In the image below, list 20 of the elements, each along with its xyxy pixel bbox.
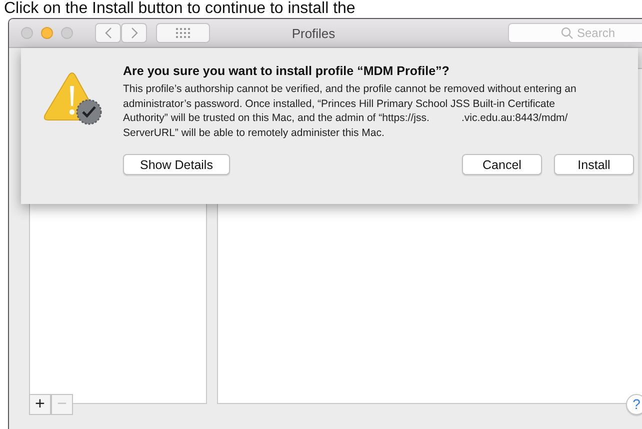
dialog-button[interactable]: Cancel xyxy=(462,154,542,176)
forward-button[interactable] xyxy=(121,23,147,43)
close-window-button[interactable] xyxy=(21,27,33,39)
back-button[interactable] xyxy=(95,23,121,43)
caption-text: Click on the Install button to continue to install the xyxy=(4,0,356,18)
chevron-right-icon xyxy=(130,27,138,39)
dialog-button[interactable]: Install xyxy=(554,154,634,176)
warning-certificate-icon xyxy=(43,72,103,126)
window-title: Profiles xyxy=(292,26,336,40)
search-placeholder: Search xyxy=(576,26,616,40)
dialog-button[interactable]: Show Details xyxy=(123,154,230,176)
dialog-message: This profile’s authorship cannot be verified, and the profile cannot be removed without entering an administrator’s password. Once installed, “Princes Hill Primary School JSS Built-in Certificate Authority” will be trusted on this Mac, and the admin of “https://jss. .vic.edu.au:8443/mdm/ ServerURL” will be able to remotely administer this Mac. xyxy=(123,82,578,140)
add-button[interactable]: + xyxy=(29,394,51,414)
grid-icon xyxy=(176,28,190,38)
zoom-window-button[interactable] xyxy=(61,27,73,39)
show-all-button[interactable] xyxy=(156,23,210,43)
chevron-left-icon xyxy=(104,27,112,39)
search-icon xyxy=(560,27,573,39)
minimize-window-button[interactable] xyxy=(41,27,53,39)
dialog-heading: Are you sure you want to install profile “MDM Profile”? xyxy=(123,64,450,78)
